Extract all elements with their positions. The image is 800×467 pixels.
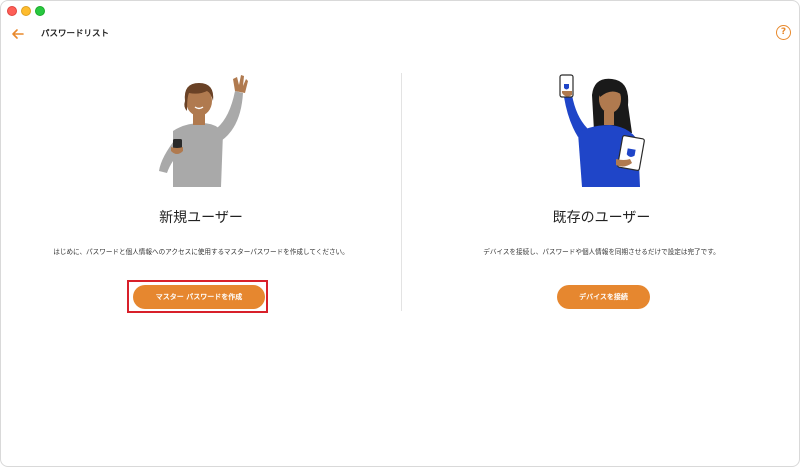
page-title: パスワードリスト xyxy=(41,29,110,39)
create-master-password-button[interactable]: マスター パスワードを作成 xyxy=(133,285,265,309)
back-arrow-icon[interactable] xyxy=(10,26,26,42)
connect-device-button[interactable]: デバイスを接続 xyxy=(557,285,650,309)
header-bar: パスワードリスト ? xyxy=(1,23,799,45)
new-user-heading: 新規ユーザー xyxy=(159,210,243,226)
app-window: パスワードリスト ? 新規ユーザー はじめに、パスワードと個人情報へのアクセスに… xyxy=(0,0,800,467)
panel-divider xyxy=(401,73,402,311)
existing-user-description: デバイスを接続し、パスワードや個人情報を同期させるだけで設定は完了です。 xyxy=(483,248,720,256)
close-window-button[interactable] xyxy=(7,6,17,16)
zoom-window-button[interactable] xyxy=(35,6,45,16)
waving-person-illustration xyxy=(159,75,248,187)
new-user-description: はじめに、パスワードと個人情報へのアクセスに使用するマスターパスワードを作成して… xyxy=(53,248,349,256)
minimize-window-button[interactable] xyxy=(21,6,31,16)
person-with-devices-illustration xyxy=(559,74,645,187)
help-icon[interactable]: ? xyxy=(776,25,791,40)
existing-user-heading: 既存のユーザー xyxy=(552,210,651,226)
window-controls xyxy=(7,6,45,16)
